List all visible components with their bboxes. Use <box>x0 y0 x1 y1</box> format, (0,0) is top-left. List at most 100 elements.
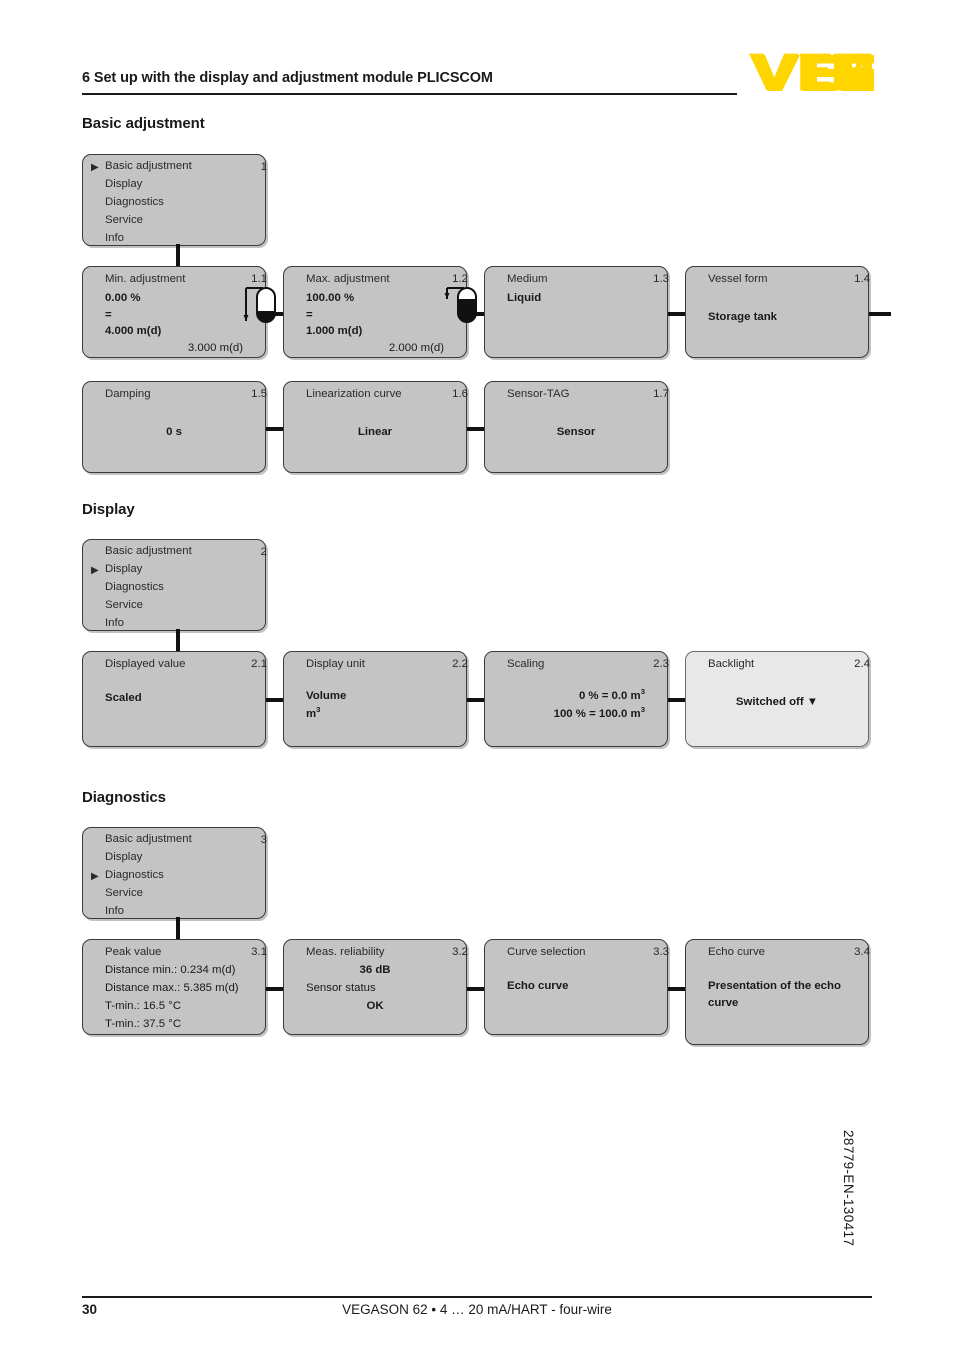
box-value: Storage tank <box>708 311 777 323</box>
box-number: 1.7 <box>653 388 669 400</box>
peak-distance-max: Distance max.: 5.385 m(d) <box>105 982 239 994</box>
selection-marker-icon: ▶ <box>91 871 99 882</box>
menu-item-label: Info <box>105 905 124 917</box>
box-value: Linear <box>357 426 393 438</box>
box-value: Switched off ▼ <box>735 696 819 708</box>
selection-marker-icon: ▶ <box>91 565 99 576</box>
box-value-secondary: 3.000 m(d) <box>187 342 243 354</box>
peak-temperature-min: T-min.: 16.5 °C <box>105 1000 182 1012</box>
menu-box-display[interactable]: 2 Basic adjustment ▶ Display Diagnostics… <box>82 539 267 631</box>
menu-item-diagnostics[interactable]: Diagnostics <box>105 196 164 208</box>
box-title: Max. adjustment <box>306 273 390 285</box>
box-echo-curve[interactable]: Echo curve 3.4 Presentation of the echo … <box>685 939 870 1045</box>
box-title: Peak value <box>105 946 162 958</box>
connector-33-to-34 <box>668 987 685 991</box>
connector-31-to-32 <box>266 987 283 991</box>
connector-14-to-next-row <box>869 312 891 316</box>
menu-box-basic-adjustment[interactable]: 1 ▶ Basic adjustment Display Diagnostics… <box>82 154 267 246</box>
menu-item-label: Diagnostics <box>105 581 164 593</box>
menu-item-service[interactable]: Service <box>105 214 143 226</box>
box-curve-selection[interactable]: Curve selection 3.3 Echo curve <box>484 939 669 1035</box>
menu-item-label: Diagnostics <box>105 869 164 881</box>
header-divider <box>82 93 737 95</box>
box-equals-sign: = <box>105 309 112 321</box>
box-number: 2.2 <box>452 658 468 670</box>
menu-item-basic-adjustment[interactable]: ▶ Basic adjustment <box>91 160 192 173</box>
box-value-secondary: 2.000 m(d) <box>388 342 444 354</box>
menu-item-diagnostics[interactable]: ▶ Diagnostics <box>91 869 164 882</box>
box-title: Displayed value <box>105 658 186 670</box>
box-value: 0 s <box>166 426 182 438</box>
menu-box-diagnostics[interactable]: 3 Basic adjustment Display ▶ Diagnostics… <box>82 827 267 919</box>
menu-item-label: Service <box>105 887 143 899</box>
box-value: Sensor <box>556 426 596 438</box>
menu-item-label: Service <box>105 599 143 611</box>
box-backlight[interactable]: Backlight 2.4 Switched off ▼ <box>685 651 870 747</box>
menu-item-service[interactable]: Service <box>105 599 143 611</box>
box-displayed-value[interactable]: Displayed value 2.1 Scaled <box>82 651 267 747</box>
menu-item-display[interactable]: Display <box>105 178 142 190</box>
peak-temperature-max: T-min.: 37.5 °C <box>105 1018 182 1030</box>
scaling-max-text: 100 % = 100.0 m <box>553 708 641 720</box>
box-meas-reliability[interactable]: Meas. reliability 3.2 36 dB Sensor statu… <box>283 939 468 1035</box>
menu-number-diagnostics: 3 <box>260 834 267 846</box>
connector-menu-to-31 <box>176 917 180 941</box>
tank-level-high-icon <box>444 287 477 323</box>
connector-23-to-24 <box>668 698 685 702</box>
section-heading-diagnostics: Diagnostics <box>82 789 166 806</box>
menu-item-label: Service <box>105 214 143 226</box>
box-linearization-curve[interactable]: Linearization curve 1.6 Linear <box>283 381 468 473</box>
box-vessel-form[interactable]: Vessel form 1.4 Storage tank <box>685 266 870 358</box>
vega-logo-mark <box>749 53 873 91</box>
box-display-unit[interactable]: Display unit 2.2 Volume m3 <box>283 651 468 747</box>
connector-16-to-17 <box>467 427 484 431</box>
box-number: 1.3 <box>653 273 669 285</box>
sensor-status-value: OK <box>366 1000 384 1012</box>
box-min-adjustment[interactable]: Min. adjustment 1.1 0.00 % = 4.000 m(d) … <box>82 266 267 358</box>
menu-item-display[interactable]: ▶ Display <box>91 563 142 576</box>
menu-number-display: 2 <box>260 546 267 558</box>
box-title: Backlight <box>708 658 755 670</box>
box-number: 2.4 <box>854 658 870 670</box>
box-number: 3.1 <box>251 946 267 958</box>
box-number: 1.4 <box>854 273 870 285</box>
box-title: Sensor-TAG <box>507 388 570 400</box>
document-number: 28779-EN-130417 <box>841 1130 856 1247</box>
unit-exponent: 3 <box>316 705 321 715</box>
box-max-adjustment[interactable]: Max. adjustment 1.2 100.00 % = 1.000 m(d… <box>283 266 468 358</box>
menu-item-basic-adjustment[interactable]: Basic adjustment <box>105 545 192 557</box>
menu-item-diagnostics[interactable]: Diagnostics <box>105 581 164 593</box>
box-damping[interactable]: Damping 1.5 0 s <box>82 381 267 473</box>
connector-15-to-16 <box>266 427 283 431</box>
box-medium[interactable]: Medium 1.3 Liquid <box>484 266 669 358</box>
section-heading-basic-adjustment: Basic adjustment <box>82 115 205 132</box>
menu-item-label: Info <box>105 617 124 629</box>
echo-curve-text-line2: curve <box>708 997 739 1009</box>
box-number: 2.1 <box>251 658 267 670</box>
menu-item-basic-adjustment[interactable]: Basic adjustment <box>105 833 192 845</box>
box-peak-value[interactable]: Peak value 3.1 Distance min.: 0.234 m(d)… <box>82 939 267 1035</box>
menu-item-label: Display <box>105 178 143 190</box>
box-title: Vessel form <box>708 273 768 285</box>
box-sensor-tag[interactable]: Sensor-TAG 1.7 Sensor <box>484 381 669 473</box>
box-value: Echo curve <box>507 980 569 992</box>
sensor-status-label: Sensor status <box>306 982 376 994</box>
menu-item-info[interactable]: Info <box>105 905 124 917</box>
menu-item-info[interactable]: Info <box>105 232 124 244</box>
menu-item-display[interactable]: Display <box>105 851 142 863</box>
connector-22-to-23 <box>467 698 484 702</box>
menu-item-service[interactable]: Service <box>105 887 143 899</box>
box-value-percent: 100.00 % <box>306 292 355 304</box>
box-scaling[interactable]: Scaling 2.3 0 % = 0.0 m3 100 % = 100.0 m… <box>484 651 669 747</box>
box-value-distance: 4.000 m(d) <box>105 325 162 337</box>
box-title: Display unit <box>306 658 365 670</box>
connector-menu-to-21 <box>176 629 180 653</box>
box-title: Min. adjustment <box>105 273 186 285</box>
connector-menu-to-11 <box>176 244 180 268</box>
box-number: 3.2 <box>452 946 468 958</box>
menu-item-info[interactable]: Info <box>105 617 124 629</box>
footer-document-title: VEGASON 62 • 4 … 20 mA/HART - four-wire <box>342 1302 612 1317</box>
reliability-value: 36 dB <box>359 964 391 976</box>
box-number: 1.6 <box>452 388 468 400</box>
box-scaling-min: 0 % = 0.0 m3 <box>579 688 645 702</box>
